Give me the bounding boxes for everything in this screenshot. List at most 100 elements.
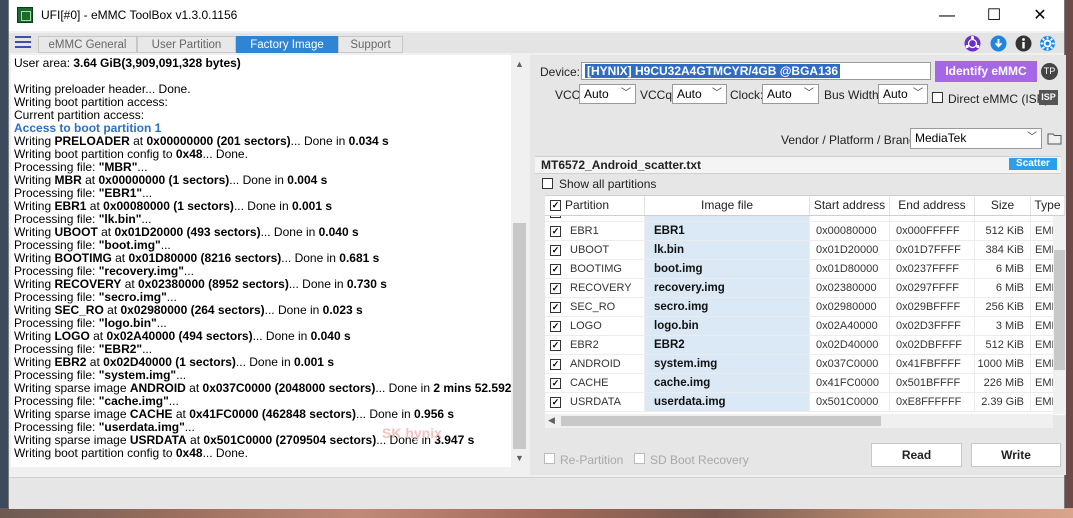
sd-boot-recovery-checkbox[interactable] — [634, 453, 645, 464]
log-scroll-thumb[interactable] — [513, 223, 526, 449]
tab-user-partition[interactable]: User Partition — [137, 36, 236, 53]
column-header[interactable]: End address — [890, 196, 975, 215]
log-text: Processing file: — [14, 394, 99, 408]
table-row[interactable]: EBR1EBR10x000800000x000FFFFF512 KiBEMMC✓ — [545, 222, 1065, 241]
log-text: Processing file: — [14, 238, 99, 252]
log-text: Processing file: — [14, 186, 99, 200]
bus-width-select[interactable]: Auto ﹀ — [878, 84, 928, 104]
log-value: 0x01D80000 — [128, 251, 198, 265]
tab-emmc-general[interactable]: eMMC General — [38, 36, 137, 53]
table-vscroll[interactable] — [1053, 214, 1066, 414]
info-icon[interactable] — [1015, 35, 1032, 52]
identify-emmc-button[interactable]: Identify eMMC — [935, 61, 1037, 82]
row-checkbox[interactable]: ✓ — [550, 321, 561, 332]
table-row[interactable]: ANDROID system.img 0x037C0000 0x41FBFFFF 100… — [545, 355, 1065, 374]
size-cell: 512 KiB — [975, 222, 1031, 241]
size-cell: 6 MiB — [975, 279, 1031, 298]
log-text: ... Done. — [202, 446, 248, 460]
table-row[interactable]: LOGOlogo.bin0x02A400000x02D3FFFF3 MiBEMM… — [545, 317, 1065, 336]
row-checkbox[interactable]: ✓ — [550, 340, 561, 351]
log-value: PRELOADER — [54, 134, 130, 148]
log-text: ... — [142, 342, 153, 356]
size-cell: 256 KiB — [975, 298, 1031, 317]
scroll-left-icon[interactable]: ◀ — [548, 415, 555, 426]
re-partition-checkbox[interactable] — [544, 453, 555, 464]
column-header[interactable]: Size — [975, 196, 1031, 215]
minimize-button[interactable]: — — [924, 0, 970, 31]
scroll-up-icon[interactable]: ▲ — [515, 59, 524, 69]
network-icon[interactable] — [964, 35, 981, 52]
vendor-select[interactable]: MediaTek ﹀ — [910, 128, 1042, 149]
table-hscroll[interactable]: ◀ — [545, 414, 1053, 428]
image-file-cell[interactable]: boot.img — [645, 260, 810, 279]
image-file-cell[interactable]: secro.img — [645, 298, 810, 317]
image-file-cell[interactable]: userdata.img — [645, 393, 810, 412]
tab-support[interactable]: Support — [338, 36, 403, 53]
log-value: BOOTIMG — [54, 251, 112, 265]
column-header[interactable]: Start address — [810, 196, 890, 215]
title-bar: UFI[#0] - eMMC ToolBox v1.3.0.1156 — ☐ ✕ — [9, 0, 1064, 31]
tab-factory-image[interactable]: Factory Image — [236, 36, 338, 53]
scatter-tag[interactable]: Scatter — [1009, 158, 1057, 170]
isp-badge[interactable]: ISP — [1039, 90, 1058, 105]
image-file-cell[interactable]: EBR1 — [645, 222, 810, 241]
log-text: ... Done in — [288, 277, 347, 291]
download-icon[interactable] — [990, 35, 1007, 52]
column-header[interactable]: Image file — [645, 196, 810, 215]
table-vscroll-thumb[interactable] — [1054, 250, 1065, 370]
log-value: "secro.img" — [98, 290, 167, 304]
start-address-cell: 0x00080000 — [810, 222, 890, 241]
table-row[interactable]: CACHE cache.img 0x41FC0000 0x501BFFFF 226 Mi… — [545, 374, 1065, 393]
partition-table: Partition Image file Start address End addr… — [545, 195, 1065, 415]
image-file-cell[interactable]: lk.bin — [645, 241, 810, 260]
maximize-button[interactable]: ☐ — [971, 0, 1017, 31]
table-row[interactable]: BOOTIMG boot.img 0x01D80000 0x0237FFFF 6 MiB… — [545, 260, 1065, 279]
hamburger-menu-icon[interactable] — [15, 36, 31, 50]
scroll-down-icon[interactable]: ▼ — [515, 453, 524, 463]
close-button[interactable]: ✕ — [1017, 0, 1063, 31]
read-button[interactable]: Read — [871, 443, 962, 467]
table-row[interactable]: EBR2EBR20x02D400000x02DBFFFF512 KiBEMMC✓ — [545, 336, 1065, 355]
vendor-label: Vendor / Platform / Brand: — [781, 133, 920, 147]
row-checkbox[interactable]: ✓ — [550, 245, 561, 256]
row-checkbox[interactable]: ✓ — [550, 359, 561, 370]
device-field[interactable]: [HYNIX] H9CU32A4GTMCYR/4GB @BGA136 — [581, 62, 931, 80]
vcc-select[interactable]: Auto ﹀ — [579, 84, 636, 104]
row-checkbox[interactable]: ✓ — [550, 397, 561, 408]
row-checkbox[interactable]: ✓ — [550, 264, 561, 275]
folder-icon[interactable] — [1047, 131, 1062, 145]
image-file-cell[interactable]: cache.img — [645, 374, 810, 393]
image-file-cell[interactable]: recovery.img — [645, 279, 810, 298]
image-file-cell[interactable]: EBR2 — [645, 336, 810, 355]
app-window: UFI[#0] - eMMC ToolBox v1.3.0.1156 — ☐ ✕… — [8, 0, 1066, 509]
log-value: (201 sectors) — [213, 134, 291, 148]
log-value: 0x41FC0000 — [189, 407, 259, 421]
row-checkbox[interactable]: ✓ — [550, 226, 561, 237]
row-checkbox[interactable]: ✓ — [550, 283, 561, 294]
select-all-checkbox[interactable]: ✓ — [550, 200, 561, 211]
size-cell: 1000 MiB — [975, 355, 1031, 374]
show-all-partitions-checkbox[interactable] — [542, 178, 553, 189]
table-row[interactable]: RECOVERY recovery.img 0x02380000 0x0297FFFF… — [545, 279, 1065, 298]
image-file-cell[interactable]: logo.bin — [645, 317, 810, 336]
sd-boot-recovery-label: SD Boot Recovery — [650, 453, 749, 467]
settings-gear-icon[interactable] — [1039, 35, 1056, 52]
size-cell: 3 MiB — [975, 317, 1031, 336]
log-value: 0.034 s — [348, 134, 389, 148]
direct-emmc-checkbox[interactable] — [932, 92, 943, 103]
vccq-select[interactable]: Auto ﹀ — [672, 84, 727, 104]
table-row[interactable]: SEC_RO secro.img 0x02980000 0x029BFFFF 256 K… — [545, 298, 1065, 317]
log-scrollbar[interactable]: ▲ ▼ — [511, 55, 528, 467]
write-button[interactable]: Write — [971, 443, 1061, 467]
clock-select[interactable]: Auto ﹀ — [762, 84, 819, 104]
table-row[interactable]: USRDATA userdata.img 0x501C0000 0xE8FFFFFF 2… — [545, 393, 1065, 412]
log-text: at — [86, 199, 104, 213]
table-hscroll-thumb[interactable] — [561, 416, 881, 426]
row-checkbox[interactable]: ✓ — [550, 302, 561, 313]
table-row[interactable]: UBOOT lk.bin 0x01D20000 0x01D7FFFF 384 KiB EM… — [545, 241, 1065, 260]
log-text: ... Done in — [281, 251, 340, 265]
tp-badge[interactable]: TP — [1041, 63, 1058, 80]
column-header[interactable]: Type — [1031, 196, 1065, 215]
image-file-cell[interactable]: system.img — [645, 355, 810, 374]
row-checkbox[interactable]: ✓ — [550, 378, 561, 389]
